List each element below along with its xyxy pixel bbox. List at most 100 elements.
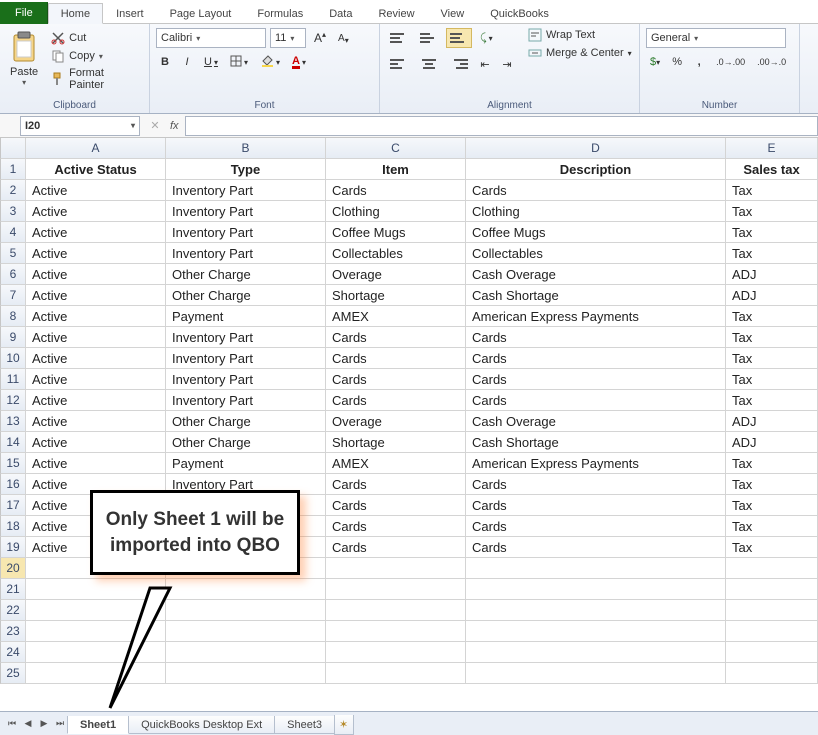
cell-B11[interactable]: Inventory Part [166,369,326,390]
cell-D24[interactable] [466,642,726,663]
tab-view[interactable]: View [428,3,478,24]
sheet-tab-new[interactable]: ✶ [334,715,354,735]
align-middle-button[interactable] [416,28,442,48]
cell-A15[interactable]: Active [26,453,166,474]
cell-D19[interactable]: Cards [466,537,726,558]
align-left-button[interactable] [386,54,412,74]
accounting-format-button[interactable]: $▾ [646,52,664,72]
tab-quickbooks[interactable]: QuickBooks [477,3,562,24]
cell-B24[interactable] [166,642,326,663]
column-header-D[interactable]: D [466,138,726,159]
cell-C24[interactable] [326,642,466,663]
cell-D7[interactable]: Cash Shortage [466,285,726,306]
cell-E18[interactable]: Tax [726,516,818,537]
row-header-4[interactable]: 4 [0,222,26,243]
cell-B3[interactable]: Inventory Part [166,201,326,222]
cell-D25[interactable] [466,663,726,684]
row-header-25[interactable]: 25 [0,663,26,684]
cell-B4[interactable]: Inventory Part [166,222,326,243]
cell-D10[interactable]: Cards [466,348,726,369]
cell-C10[interactable]: Cards [326,348,466,369]
cell-B23[interactable] [166,621,326,642]
cell-C25[interactable] [326,663,466,684]
tab-home[interactable]: Home [48,3,103,24]
row-header-2[interactable]: 2 [0,180,26,201]
cell-B1[interactable]: Type [166,159,326,180]
cell-C21[interactable] [326,579,466,600]
increase-decimal-button[interactable]: .0→.00 [712,52,749,72]
cell-C5[interactable]: Collectables [326,243,466,264]
row-header-14[interactable]: 14 [0,432,26,453]
fill-color-button[interactable]: ▾ [256,52,284,72]
cell-B12[interactable]: Inventory Part [166,390,326,411]
column-header-C[interactable]: C [326,138,466,159]
cell-A14[interactable]: Active [26,432,166,453]
cell-C9[interactable]: Cards [326,327,466,348]
cell-C1[interactable]: Item [326,159,466,180]
cell-A9[interactable]: Active [26,327,166,348]
row-header-8[interactable]: 8 [0,306,26,327]
cell-C6[interactable]: Overage [326,264,466,285]
sheet-nav-first[interactable]: ⏮ [4,716,20,732]
align-center-button[interactable] [416,54,442,74]
cell-C13[interactable]: Overage [326,411,466,432]
cell-E22[interactable] [726,600,818,621]
cell-D13[interactable]: Cash Overage [466,411,726,432]
cell-B21[interactable] [166,579,326,600]
cell-C2[interactable]: Cards [326,180,466,201]
cell-B14[interactable]: Other Charge [166,432,326,453]
cell-E1[interactable]: Sales tax [726,159,818,180]
cell-E7[interactable]: ADJ [726,285,818,306]
cell-E9[interactable]: Tax [726,327,818,348]
cell-C23[interactable] [326,621,466,642]
cell-E8[interactable]: Tax [726,306,818,327]
cell-D16[interactable]: Cards [466,474,726,495]
row-header-5[interactable]: 5 [0,243,26,264]
column-header-B[interactable]: B [166,138,326,159]
cell-C3[interactable]: Clothing [326,201,466,222]
cell-E14[interactable]: ADJ [726,432,818,453]
cell-E15[interactable]: Tax [726,453,818,474]
row-header-3[interactable]: 3 [0,201,26,222]
cell-C22[interactable] [326,600,466,621]
cell-A5[interactable]: Active [26,243,166,264]
cell-D20[interactable] [466,558,726,579]
increase-indent-button[interactable]: ⇥ [498,54,516,74]
borders-button[interactable]: ▾ [226,52,252,72]
cell-C20[interactable] [326,558,466,579]
cell-E12[interactable]: Tax [726,390,818,411]
cell-E10[interactable]: Tax [726,348,818,369]
cell-B6[interactable]: Other Charge [166,264,326,285]
italic-button[interactable]: I [178,52,196,72]
row-header-21[interactable]: 21 [0,579,26,600]
cell-D18[interactable]: Cards [466,516,726,537]
row-header-18[interactable]: 18 [0,516,26,537]
formula-input[interactable] [185,116,818,136]
decrease-font-button[interactable]: A▾ [334,28,353,48]
cell-C7[interactable]: Shortage [326,285,466,306]
cell-B2[interactable]: Inventory Part [166,180,326,201]
row-header-15[interactable]: 15 [0,453,26,474]
row-header-22[interactable]: 22 [0,600,26,621]
cell-A8[interactable]: Active [26,306,166,327]
row-header-7[interactable]: 7 [0,285,26,306]
row-header-9[interactable]: 9 [0,327,26,348]
cell-B15[interactable]: Payment [166,453,326,474]
cell-A10[interactable]: Active [26,348,166,369]
name-box[interactable]: I20 ▾ [20,116,140,136]
cell-D22[interactable] [466,600,726,621]
cell-E19[interactable]: Tax [726,537,818,558]
row-header-20[interactable]: 20 [0,558,26,579]
tab-formulas[interactable]: Formulas [244,3,316,24]
cell-C18[interactable]: Cards [326,516,466,537]
cut-button[interactable]: Cut [48,30,143,46]
cell-D11[interactable]: Cards [466,369,726,390]
cell-D14[interactable]: Cash Shortage [466,432,726,453]
cell-E3[interactable]: Tax [726,201,818,222]
row-header-12[interactable]: 12 [0,390,26,411]
cell-E13[interactable]: ADJ [726,411,818,432]
font-size-dropdown[interactable]: 11 ▾ [270,28,306,48]
cell-D3[interactable]: Clothing [466,201,726,222]
cell-D2[interactable]: Cards [466,180,726,201]
row-header-1[interactable]: 1 [0,159,26,180]
